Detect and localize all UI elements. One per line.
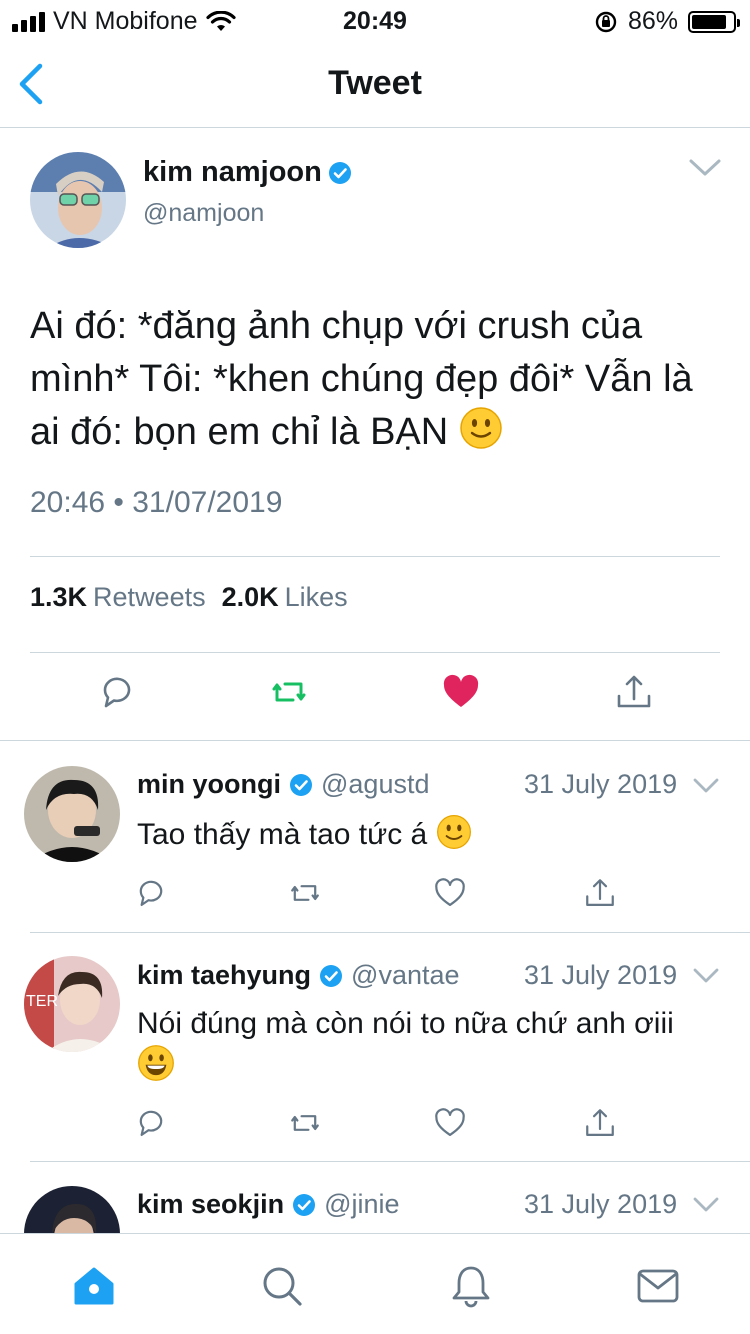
retweets-stat[interactable]: 1.3K Retweets: [30, 582, 206, 613]
likes-stat[interactable]: 2.0K Likes: [222, 582, 348, 613]
verified-badge-icon: [320, 964, 343, 987]
divider: [30, 1161, 750, 1162]
home-icon[interactable]: [72, 1264, 116, 1308]
reply-text-content: Tao thấy mà tao tức á: [137, 818, 428, 851]
divider: [0, 740, 750, 741]
reply-icon[interactable]: [97, 672, 137, 712]
retweet-icon[interactable]: [288, 876, 322, 910]
heart-icon[interactable]: [441, 672, 481, 712]
verified-badge-icon: [293, 1193, 316, 1216]
tweet-actions: [0, 672, 750, 720]
share-icon[interactable]: [614, 672, 654, 712]
svg-text:TER: TER: [26, 993, 58, 1010]
reply-header[interactable]: kim seokjin @jinie: [137, 1189, 400, 1220]
tweet-stats: 1.3K Retweets 2.0K Likes: [30, 582, 348, 613]
page-title: Tweet: [328, 64, 422, 102]
reply-author-handle: @jinie: [324, 1189, 400, 1219]
retweet-icon[interactable]: [288, 1106, 322, 1140]
likes-count: 2.0K: [221, 582, 279, 612]
heart-icon[interactable]: [433, 1106, 467, 1140]
grinning-emoji-icon: [138, 1045, 174, 1081]
reply-author-handle: @vantae: [351, 960, 460, 990]
avatar[interactable]: TER: [24, 956, 120, 1052]
status-bar: VN Mobifone 20:49 86%: [0, 0, 750, 40]
orientation-lock-icon: [595, 11, 617, 32]
reply-author-name: kim taehyung: [137, 960, 312, 990]
avatar[interactable]: [30, 152, 126, 248]
tweet-timestamp: 20:46 • 31/07/2019: [30, 486, 283, 519]
reply-icon[interactable]: [134, 876, 168, 910]
caret-down-icon[interactable]: [692, 1195, 720, 1215]
tab-bar: [0, 1233, 750, 1334]
tweet-text-content: Ai đó: *đăng ảnh chụp với crush của mình…: [30, 305, 693, 453]
author-name-row[interactable]: kim namjoon: [143, 156, 352, 189]
reply-author-handle: @agustd: [321, 769, 430, 799]
reply-date: 31 July 2019: [524, 769, 678, 799]
reply-date: 31 July 2019: [524, 960, 678, 990]
share-icon[interactable]: [583, 1106, 617, 1140]
bell-icon[interactable]: [449, 1264, 493, 1308]
caret-down-icon[interactable]: [692, 966, 720, 986]
battery-percent: 86%: [627, 7, 678, 35]
reply-header[interactable]: kim taehyung @vantae: [137, 960, 460, 991]
retweets-count: 1.3K: [30, 582, 88, 612]
status-right: 86%: [594, 7, 740, 36]
search-icon[interactable]: [260, 1264, 304, 1308]
author-handle[interactable]: @namjoon: [143, 199, 264, 228]
reply-author-name: kim seokjin: [137, 1189, 285, 1219]
reply-author-name: min yoongi: [137, 769, 281, 799]
divider: [30, 556, 720, 557]
reply-text-content: Nói đúng mà còn nói to nữa chứ anh ơiii: [137, 1007, 674, 1040]
retweet-icon[interactable]: [269, 672, 309, 712]
nav-bar: Tweet: [0, 40, 750, 128]
retweets-label: Retweets: [93, 582, 206, 612]
reply-date: 31 July 2019: [524, 1189, 678, 1219]
slight-smile-emoji-icon: [436, 815, 471, 849]
caret-down-icon[interactable]: [692, 776, 720, 796]
likes-label: Likes: [284, 582, 348, 612]
reply-text: Nói đúng mà còn nói to nữa chứ anh ơiii: [137, 1004, 727, 1087]
battery-icon: [688, 10, 740, 33]
divider: [30, 932, 750, 933]
caret-down-icon[interactable]: [688, 156, 722, 180]
divider: [30, 652, 720, 653]
share-icon[interactable]: [583, 876, 617, 910]
mail-icon[interactable]: [636, 1264, 680, 1308]
author-name: kim namjoon: [143, 156, 322, 188]
verified-badge-icon: [290, 773, 312, 796]
reply-header[interactable]: min yoongi @agustd: [137, 769, 429, 800]
reply-text: Tao thấy mà tao tức á: [137, 814, 727, 854]
verified-badge-icon: [328, 161, 351, 184]
reply-icon[interactable]: [134, 1106, 168, 1140]
tweet-text: Ai đó: *đăng ảnh chụp với crush của mình…: [30, 300, 730, 459]
heart-icon[interactable]: [433, 876, 467, 910]
slight-smile-emoji-icon: [460, 407, 502, 449]
avatar[interactable]: [24, 766, 120, 862]
